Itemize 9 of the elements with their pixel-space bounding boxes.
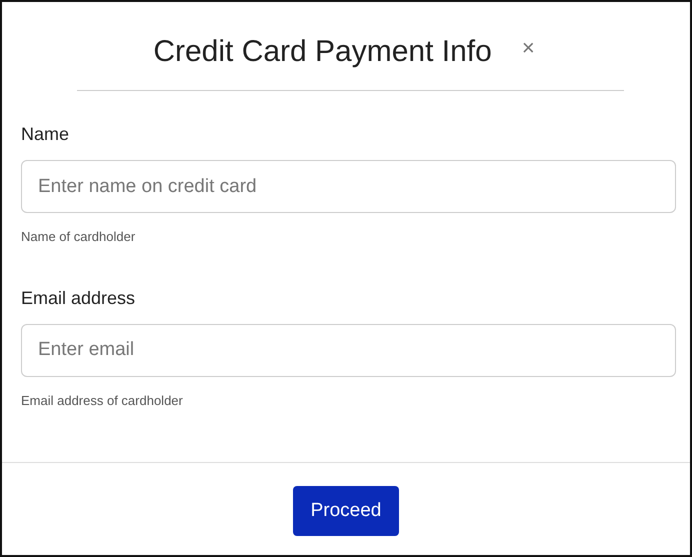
- modal-title: Credit Card Payment Info: [153, 34, 492, 70]
- close-button[interactable]: ×: [518, 37, 539, 59]
- field-label: Email address: [21, 286, 136, 310]
- help-text: Name of cardholder: [21, 228, 136, 246]
- field-label: Name: [21, 123, 70, 146]
- proceed-button[interactable]: Proceed: [292, 486, 400, 536]
- help-text: Email address of cardholder: [21, 392, 184, 410]
- input-field[interactable]: Enter name on credit card: [21, 160, 676, 213]
- input-field[interactable]: Enter email: [21, 324, 676, 376]
